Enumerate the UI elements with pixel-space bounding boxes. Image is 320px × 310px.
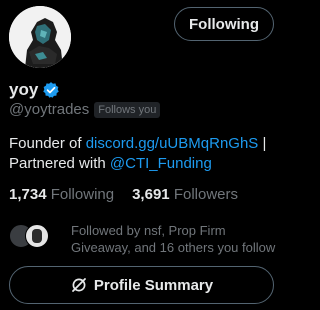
profile-summary-label: Profile Summary (93, 276, 214, 294)
bio-prefix: Founder of (9, 135, 86, 152)
following-button-label: Following (189, 15, 259, 33)
profile-summary-button[interactable]: Profile Summary (9, 266, 274, 304)
profile-avatar[interactable] (9, 6, 71, 68)
bio-discord-link[interactable]: discord.gg/uUBMqRnGhS (86, 135, 259, 152)
name-row: yoy (9, 80, 60, 100)
followed-by-avatars (9, 224, 59, 248)
followers-stat[interactable]: 3,691 Followers (132, 186, 238, 203)
grok-slash-icon (70, 276, 88, 294)
display-name[interactable]: yoy (9, 80, 38, 100)
followed-by-text: Followed by nsf, Prop Firm Giveaway, and… (71, 223, 276, 255)
handle[interactable]: @yoytrades (9, 101, 89, 118)
followers-stat-label: Followers (173, 186, 238, 203)
follows-you-badge: Follows you (94, 101, 161, 118)
profile-stats: 1,734 Following 3,691 Followers (9, 186, 256, 203)
followers-count: 3,691 (132, 186, 170, 203)
following-count: 1,734 (9, 186, 47, 203)
bio-mention-link[interactable]: @CTI_Funding (110, 155, 212, 172)
mutual-avatar (25, 224, 49, 248)
following-stat[interactable]: 1,734 Following (9, 186, 114, 203)
following-stat-label: Following (50, 186, 115, 203)
avatar-image (9, 6, 71, 68)
followed-by-row[interactable]: Followed by nsf, Prop Firm Giveaway, and… (9, 222, 278, 256)
following-button[interactable]: Following (174, 7, 274, 41)
profile-bio: Founder of discord.gg/uUBMqRnGhS | Partn… (9, 134, 274, 174)
handle-row: @yoytrades Follows you (9, 101, 161, 118)
verified-badge-icon (42, 81, 60, 99)
